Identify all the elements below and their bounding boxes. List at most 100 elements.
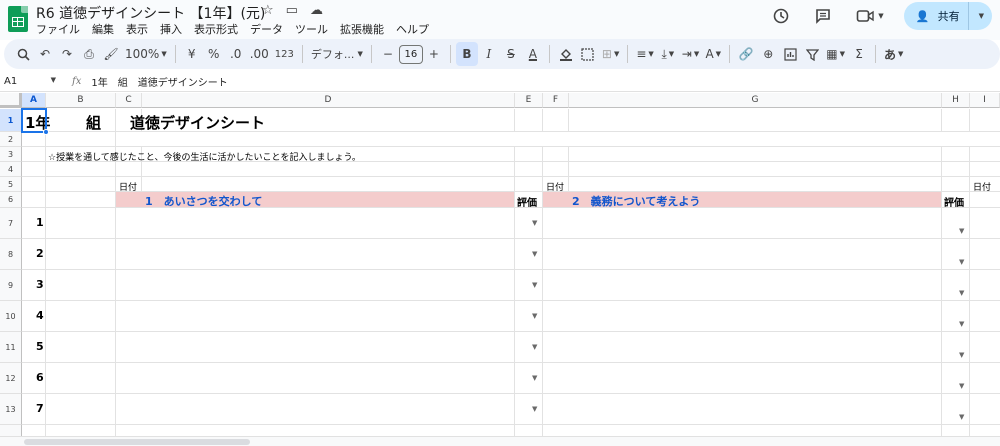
share-button[interactable]: 👤 共有 ▼ xyxy=(903,2,992,30)
menu-data[interactable]: データ xyxy=(250,21,283,37)
input-tools-label: あ xyxy=(883,47,896,62)
column-header-d[interactable]: D xyxy=(142,93,515,108)
row-header-5[interactable]: 5 xyxy=(0,177,22,192)
eval-dropdown-icon[interactable]: ▼ xyxy=(959,413,964,421)
eval-dropdown-icon[interactable]: ▼ xyxy=(959,320,964,328)
undo-icon[interactable]: ↶ xyxy=(34,42,56,66)
row-header-4[interactable]: 4 xyxy=(0,162,22,177)
row-header-12[interactable]: 12 xyxy=(0,363,22,394)
functions-icon[interactable]: Σ xyxy=(848,42,870,66)
column-header-f[interactable]: F xyxy=(543,93,569,108)
menu-format[interactable]: 表示形式 xyxy=(194,21,238,37)
column-header-c[interactable]: C xyxy=(116,93,142,108)
font-size-decrease-button[interactable]: − xyxy=(377,42,399,66)
row-header-11[interactable]: 11 xyxy=(0,332,22,363)
formula-input[interactable]: 1年 組 道徳デザインシート xyxy=(91,74,227,89)
row-header-10[interactable]: 10 xyxy=(0,301,22,332)
menu-help[interactable]: ヘルプ xyxy=(396,21,429,37)
eval-dropdown-icon[interactable]: ▼ xyxy=(532,250,537,258)
row-header-1[interactable]: 1 xyxy=(0,109,22,132)
column-header-i[interactable]: I xyxy=(970,93,1000,108)
column-header-h[interactable]: H xyxy=(942,93,970,108)
meet-icon[interactable]: ▼ xyxy=(852,3,888,29)
font-size-input[interactable]: 16 xyxy=(398,44,423,64)
cloud-status-icon[interactable]: ☁ xyxy=(310,3,323,18)
eval-dropdown-icon[interactable]: ▼ xyxy=(532,312,537,320)
comment-icon[interactable] xyxy=(810,3,836,29)
row-header-8[interactable]: 8 xyxy=(0,239,22,270)
menu-edit[interactable]: 編集 xyxy=(92,21,114,37)
redo-icon[interactable]: ↷ xyxy=(56,42,78,66)
insert-comment-icon[interactable]: ⊕ xyxy=(757,42,779,66)
history-icon[interactable] xyxy=(768,3,794,29)
italic-button[interactable]: I xyxy=(478,42,500,66)
text-rotation-icon[interactable]: A ▼ xyxy=(702,42,724,66)
column-header-g[interactable]: G xyxy=(569,93,942,108)
percent-format-button[interactable]: % xyxy=(203,42,225,66)
eval-dropdown-icon[interactable]: ▼ xyxy=(959,258,964,266)
move-folder-icon[interactable]: ▭ xyxy=(286,3,298,18)
column-header-a[interactable]: A xyxy=(22,93,46,108)
merge-cells-icon[interactable]: ⊞ ▼ xyxy=(599,42,622,66)
eval-dropdown-icon[interactable]: ▼ xyxy=(959,351,964,359)
more-formats-button[interactable]: 123 xyxy=(272,42,297,66)
paint-format-icon[interactable]: 🖌 xyxy=(100,42,122,66)
font-size-increase-button[interactable]: + xyxy=(423,42,445,66)
select-all-corner[interactable] xyxy=(0,93,22,108)
chevron-down-icon[interactable]: ▼ xyxy=(979,12,984,20)
font-select[interactable]: デフォ... ▼ xyxy=(308,42,366,66)
input-tools-button[interactable]: あ ▼ xyxy=(881,42,906,66)
text-color-button[interactable]: A xyxy=(522,42,544,66)
eval-dropdown-icon[interactable]: ▼ xyxy=(959,227,964,235)
insert-chart-icon[interactable] xyxy=(779,42,801,66)
row-header-2[interactable]: 2 xyxy=(0,132,22,147)
name-box[interactable]: A1 ▼ xyxy=(0,76,62,87)
print-icon[interactable]: ⎙ xyxy=(78,42,100,66)
menu-view[interactable]: 表示 xyxy=(126,21,148,37)
zoom-value: 100% xyxy=(125,47,160,61)
row-header-13[interactable]: 13 xyxy=(0,394,22,425)
vertical-align-icon[interactable]: ⤓ ▼ xyxy=(657,42,679,66)
eval-dropdown-icon[interactable]: ▼ xyxy=(532,405,537,413)
text-wrapping-icon[interactable]: ⇥ ▼ xyxy=(679,42,702,66)
menu-extensions[interactable]: 拡張機能 xyxy=(340,21,384,37)
search-menus-icon[interactable] xyxy=(12,42,34,66)
strikethrough-button[interactable]: S xyxy=(500,42,522,66)
star-icon[interactable]: ☆ xyxy=(262,3,274,18)
filter-icon[interactable] xyxy=(801,42,823,66)
menu-tools[interactable]: ツール xyxy=(295,21,328,37)
fill-handle[interactable] xyxy=(43,129,49,135)
row-header-9[interactable]: 9 xyxy=(0,270,22,301)
insert-link-icon[interactable]: 🔗 xyxy=(735,42,757,66)
row-header-7[interactable]: 7 xyxy=(0,208,22,239)
column-header-b[interactable]: B xyxy=(46,93,116,108)
horizontal-scrollbar[interactable] xyxy=(0,436,1000,446)
menu-file[interactable]: ファイル xyxy=(36,21,80,37)
decrease-decimal-button[interactable]: .0 xyxy=(225,42,247,66)
eval-dropdown-icon[interactable]: ▼ xyxy=(959,382,964,390)
eval-dropdown-icon[interactable]: ▼ xyxy=(959,289,964,297)
chevron-down-icon: ▼ xyxy=(50,76,56,84)
filter-views-icon[interactable]: ▦ ▼ xyxy=(823,42,848,66)
row-header-3[interactable]: 3 xyxy=(0,147,22,162)
increase-decimal-button[interactable]: .00 xyxy=(247,42,272,66)
document-title[interactable]: R6 道徳デザインシート 【1年】(元) xyxy=(36,3,265,23)
eval-dropdown-icon[interactable]: ▼ xyxy=(532,343,537,351)
sheets-logo-icon[interactable] xyxy=(8,6,28,32)
horizontal-align-icon[interactable]: ≡ ▼ xyxy=(633,42,656,66)
scrollbar-thumb[interactable] xyxy=(24,439,250,445)
eval-dropdown-icon[interactable]: ▼ xyxy=(532,281,537,289)
fill-color-icon[interactable] xyxy=(555,42,577,66)
title-bar: R6 道徳デザインシート 【1年】(元) ☆ ▭ ☁ ファイル 編集 表示 挿入… xyxy=(0,0,1000,40)
row-header-14[interactable] xyxy=(0,425,22,436)
zoom-select[interactable]: 100% ▼ xyxy=(122,42,170,66)
menu-insert[interactable]: 挿入 xyxy=(160,21,182,37)
borders-icon[interactable] xyxy=(577,42,599,66)
eval-dropdown-icon[interactable]: ▼ xyxy=(532,374,537,382)
currency-format-button[interactable]: ¥ xyxy=(181,42,203,66)
row-header-6[interactable]: 6 xyxy=(0,192,22,208)
bold-button[interactable]: B xyxy=(455,42,478,66)
column-header-e[interactable]: E xyxy=(515,93,543,108)
eval-dropdown-icon[interactable]: ▼ xyxy=(532,219,537,227)
sheet-grid[interactable]: A B C D E F G H I 1 2 3 4 5 6 7 8 9 10 1… xyxy=(0,93,1000,436)
